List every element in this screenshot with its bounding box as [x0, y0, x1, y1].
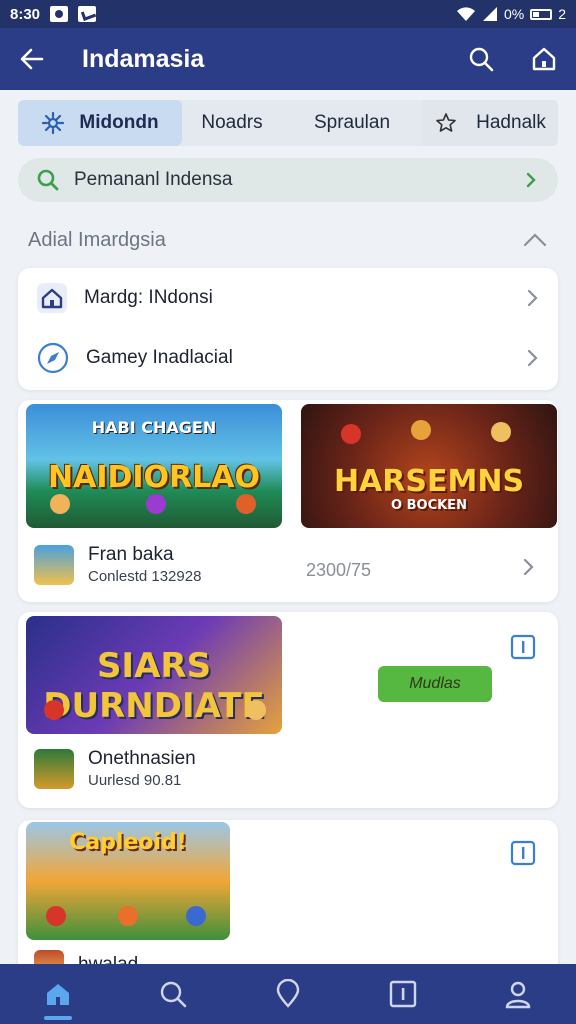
- tab-label: Hadnalk: [476, 112, 546, 133]
- game-subtitle: Uurlesd 90.81: [88, 772, 182, 789]
- game-subtitle: Conlestd 132928: [88, 568, 202, 585]
- chevron-up-icon: [523, 233, 547, 247]
- gallery-icon: [78, 6, 97, 22]
- tab-noadrs[interactable]: Noadrs: [182, 100, 282, 146]
- game-meta: Fran baka Conlestd 132928: [34, 544, 201, 585]
- game-name: Onethnasien: [88, 748, 196, 769]
- wifi-icon: [456, 7, 475, 21]
- location-icon: [276, 979, 300, 1008]
- tab-midondn[interactable]: Midondn: [18, 100, 182, 146]
- profile-icon: [506, 981, 531, 1009]
- chevron-right-icon: [527, 289, 538, 307]
- game-card: HABI CHAGEN NAIDIORLAO HARSEMNS O BOCKEN…: [18, 400, 558, 602]
- nav-location[interactable]: [230, 964, 345, 1024]
- chevron-right-icon: [527, 349, 538, 367]
- status-bar: 8:30 0% 2: [0, 0, 576, 28]
- search-icon: [37, 169, 59, 191]
- list-item-label: Gamey Inadlacial: [86, 347, 233, 368]
- compass-icon: [37, 342, 69, 374]
- page-title: Indamasia: [82, 44, 205, 73]
- chevron-right-icon: [526, 172, 536, 188]
- arrow-left-icon: [20, 48, 44, 70]
- character-avatar: [46, 906, 66, 926]
- tab-bar: Midondn Noadrs Spraulan Hadnalk: [18, 100, 558, 146]
- character-avatar: [50, 494, 70, 514]
- tab-label: Midondn: [79, 112, 159, 133]
- character-avatar: [341, 424, 361, 444]
- banner-title: HARSEMNS: [333, 464, 525, 499]
- banner-subtitle: O BOCKEN: [391, 498, 467, 513]
- banner-title: NAIDIORLAO: [48, 460, 260, 495]
- game-banner[interactable]: HABI CHAGEN NAIDIORLAO: [26, 404, 282, 528]
- info-square-icon[interactable]: [510, 840, 536, 866]
- nav-info[interactable]: [346, 964, 461, 1024]
- nav-search[interactable]: [115, 964, 230, 1024]
- character-avatar: [186, 906, 206, 926]
- info-square-icon: [390, 980, 417, 1008]
- section-header[interactable]: Adial Imardgsia: [28, 226, 548, 254]
- battery-percent: 0%: [503, 6, 525, 22]
- character-avatar: [44, 700, 64, 720]
- star-outline-icon: [436, 113, 456, 132]
- list-card: Mardg: INdonsi Gamey Inadlacial: [18, 268, 558, 390]
- play-button[interactable]: Mudlas: [378, 666, 492, 702]
- character-avatar: [236, 494, 256, 514]
- status-time: 8:30: [10, 5, 41, 23]
- game-count: 2300/75: [306, 560, 372, 580]
- back-button[interactable]: [18, 45, 46, 73]
- home-button[interactable]: [530, 45, 558, 73]
- house-icon: [37, 283, 67, 313]
- banner-subtitle: HABI CHAGEN: [91, 418, 217, 437]
- game-name: Fran baka: [88, 544, 174, 565]
- banner-title: SIARS DURNDIATE: [43, 646, 265, 726]
- game-banner[interactable]: HARSEMNS O BOCKEN: [301, 404, 557, 528]
- section-title: Adial Imardgsia: [28, 228, 166, 251]
- chevron-right-icon[interactable]: [520, 556, 536, 578]
- search-button[interactable]: [468, 46, 494, 72]
- home-icon: [532, 47, 556, 71]
- list-item-label: Mardg: INdonsi: [84, 287, 213, 308]
- game-card: SIARS DURNDIATE Mudlas Onethnasien Uurle…: [18, 612, 558, 808]
- banner-title: Capleoid!: [69, 830, 187, 855]
- list-item[interactable]: Gamey Inadlacial: [18, 328, 558, 388]
- home-icon: [46, 984, 69, 1005]
- search-icon: [160, 981, 187, 1008]
- game-meta: Onethnasien Uurlesd 90.81: [34, 748, 196, 789]
- gem-icon: [146, 494, 166, 514]
- game-thumbnail: [34, 748, 74, 789]
- tab-spraulan[interactable]: Spraulan: [282, 100, 422, 146]
- signal-icon: [482, 7, 497, 21]
- search-icon: [469, 47, 494, 72]
- character-avatar: [411, 420, 431, 440]
- notification-icon: [50, 6, 69, 22]
- app-bar: Indamasia: [0, 28, 576, 90]
- nav-profile[interactable]: [461, 964, 576, 1024]
- tab-hadnalk[interactable]: Hadnalk: [422, 100, 558, 146]
- game-banner[interactable]: Capleoid!: [26, 822, 230, 940]
- game-banner[interactable]: SIARS DURNDIATE: [26, 616, 282, 734]
- tab-label: Spraulan: [313, 112, 391, 133]
- sim-indicator: 2: [558, 6, 566, 22]
- game-thumbnail: [34, 544, 74, 585]
- nav-home[interactable]: [0, 964, 115, 1024]
- bottom-nav: [0, 964, 576, 1024]
- search-field[interactable]: Pemananl Indensa: [18, 158, 558, 202]
- character-avatar: [246, 700, 266, 720]
- tab-label: Noadrs: [201, 112, 263, 133]
- info-square-icon[interactable]: [510, 634, 536, 660]
- gear-icon: [42, 111, 65, 135]
- character-avatar: [491, 422, 511, 442]
- battery-icon: [530, 8, 553, 20]
- character-avatar: [118, 906, 138, 926]
- search-text: Pemananl Indensa: [74, 169, 233, 190]
- list-item[interactable]: Mardg: INdonsi: [18, 268, 558, 328]
